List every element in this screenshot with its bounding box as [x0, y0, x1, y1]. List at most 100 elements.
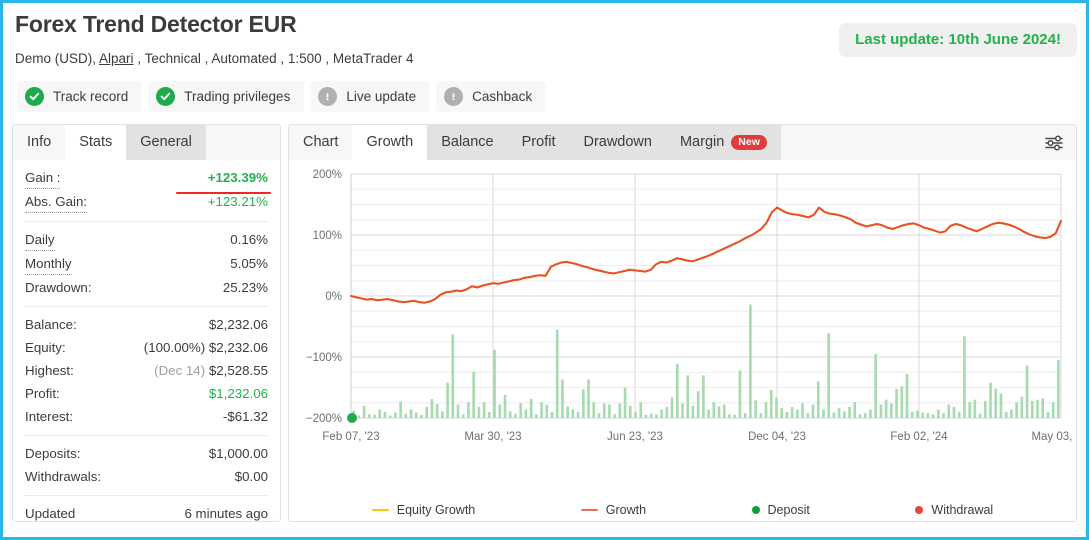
account-meta-post: , Technical , Automated , 1:500 , MetaTr…: [137, 51, 414, 66]
tab-label: Balance: [441, 134, 494, 150]
main-content: Info Stats General Gain : +123.39% Abs. …: [3, 112, 1086, 522]
stat-key: Deposits:: [25, 446, 81, 461]
divider: [25, 495, 268, 496]
stat-value: $2,232.06: [208, 340, 268, 355]
stat-key: Abs. Gain:: [25, 191, 88, 213]
chart-settings-button[interactable]: [1040, 132, 1068, 154]
page-root: Forex Trend Detector EUR Demo (USD), Alp…: [0, 0, 1089, 540]
chart-legend: Equity Growth Growth Deposit Withdrawal: [289, 503, 1076, 517]
stat-value: $2,232.06: [208, 317, 268, 332]
pill-track-record[interactable]: Track record: [17, 81, 143, 112]
divider: [25, 221, 268, 222]
stat-value: $1,232.06: [208, 386, 268, 401]
stat-row-abs-gain: Abs. Gain: +123.21%: [25, 190, 268, 214]
stat-value: $2,528.55: [208, 363, 268, 378]
stats-tabs-filler: [206, 125, 280, 160]
stat-row-interest: Interest: -$61.32: [25, 405, 268, 428]
legend-label: Equity Growth: [396, 503, 476, 517]
stat-value: 6 minutes ago: [184, 506, 268, 521]
broker-link[interactable]: Alpari: [99, 51, 134, 66]
stat-row-highest: Highest: (Dec 14) $2,528.55: [25, 359, 268, 382]
tab-stats[interactable]: Stats: [65, 125, 127, 160]
stat-key: Equity:: [25, 340, 66, 355]
tab-balance[interactable]: Balance: [427, 125, 508, 160]
stats-tabs: Info Stats General: [13, 125, 280, 160]
svg-text:−200%: −200%: [306, 413, 342, 425]
tab-chart[interactable]: Chart: [289, 125, 352, 160]
svg-text:Jun 23, '23: Jun 23, '23: [607, 431, 663, 443]
pill-cashback[interactable]: Cashback: [436, 81, 547, 112]
divider: [25, 435, 268, 436]
divider: [25, 306, 268, 307]
legend-label: Growth: [605, 503, 647, 517]
stat-key: Daily: [25, 229, 55, 251]
stat-value: 5.05%: [230, 256, 268, 271]
pill-live-update[interactable]: Live update: [310, 81, 431, 112]
exclamation-circle-icon: [444, 87, 464, 106]
stat-key: Highest:: [25, 363, 74, 378]
tab-growth[interactable]: Growth: [352, 125, 428, 160]
legend-item-equity-growth[interactable]: Equity Growth: [371, 503, 476, 517]
legend-label: Withdrawal: [931, 503, 994, 517]
check-circle-icon: [25, 87, 44, 106]
stat-row-daily: Daily 0.16%: [25, 228, 268, 252]
tab-drawdown[interactable]: Drawdown: [569, 125, 666, 160]
svg-text:Mar 30, '23: Mar 30, '23: [464, 431, 521, 443]
stat-key: Updated: [25, 506, 76, 521]
stat-value: 0.16%: [230, 232, 268, 247]
exclamation-circle-icon: [318, 87, 338, 106]
stat-row-gain: Gain : +123.39%: [25, 166, 271, 194]
svg-text:Feb 02, '24: Feb 02, '24: [890, 431, 948, 443]
svg-text:Feb 07, '23: Feb 07, '23: [322, 431, 379, 443]
tab-label: Drawdown: [583, 134, 652, 150]
stat-key: Balance:: [25, 317, 77, 332]
svg-text:May 03, '24: May 03, '24: [1031, 431, 1077, 443]
stat-value: $0.00: [234, 469, 268, 484]
svg-text:Dec 04, '23: Dec 04, '23: [748, 431, 806, 443]
pill-label: Trading privileges: [184, 89, 291, 104]
chart-panel: Chart Growth Balance Profit Drawdown Mar…: [288, 124, 1077, 522]
pill-label: Live update: [346, 89, 417, 104]
stat-value-group: (100.00%) $2,232.06: [144, 337, 268, 358]
header: Forex Trend Detector EUR Demo (USD), Alp…: [3, 3, 1086, 112]
tab-label: Chart: [303, 134, 339, 150]
stat-value: -$61.32: [222, 409, 268, 424]
svg-text:0%: 0%: [325, 291, 342, 303]
stat-row-monthly: Monthly 5.05%: [25, 252, 268, 276]
stat-key: Profit:: [25, 386, 60, 401]
legend-line-icon: [580, 508, 598, 512]
svg-text:−100%: −100%: [306, 352, 342, 364]
svg-text:100%: 100%: [313, 230, 342, 242]
stat-row-profit: Profit: $1,232.06: [25, 382, 268, 405]
svg-text:200%: 200%: [313, 169, 342, 181]
tab-label: Profit: [521, 134, 556, 150]
legend-dot-icon: [751, 506, 760, 514]
stat-row-withdrawals: Withdrawals: $0.00: [25, 465, 268, 488]
new-badge: New: [731, 134, 767, 151]
tab-margin[interactable]: Margin New: [665, 125, 781, 160]
stat-value-prefix: (100.00%): [143, 340, 206, 355]
stat-key: Gain :: [25, 167, 61, 189]
tab-general[interactable]: General: [126, 125, 206, 160]
legend-item-deposit[interactable]: Deposit: [751, 503, 810, 517]
chart-tabs: Chart Growth Balance Profit Drawdown Mar…: [289, 125, 1076, 160]
pill-label: Track record: [53, 89, 129, 104]
stat-value: +123.39%: [207, 170, 268, 185]
tab-profit[interactable]: Profit: [507, 125, 570, 160]
tab-info[interactable]: Info: [13, 125, 65, 160]
last-update-badge: Last update: 10th June 2024!: [839, 23, 1077, 57]
stat-value-group: (Dec 14) $2,528.55: [154, 360, 268, 381]
verification-pills: Track record Trading privileges Live upd…: [15, 81, 1074, 112]
stat-row-equity: Equity: (100.00%) $2,232.06: [25, 336, 268, 359]
tab-label: Growth: [366, 134, 414, 150]
chart-tabs-filler: [781, 125, 1034, 160]
stat-row-updated: Updated 6 minutes ago: [25, 502, 268, 521]
stats-list: Gain : +123.39% Abs. Gain: +123.21% Dail…: [13, 160, 280, 521]
check-circle-icon: [156, 87, 176, 106]
legend-item-growth[interactable]: Growth: [580, 503, 647, 517]
legend-item-withdrawal[interactable]: Withdrawal: [915, 503, 993, 517]
pill-trading-privileges[interactable]: Trading privileges: [148, 81, 305, 112]
growth-chart[interactable]: 200% 100% 0% −100% −200% Feb 07, '23 Mar 30, '…: [289, 160, 1077, 521]
growth-chart-svg: 200% 100% 0% −100% −200% Feb 07, '23 Mar 30, '…: [306, 169, 1077, 443]
stat-key: Withdrawals:: [25, 469, 102, 484]
